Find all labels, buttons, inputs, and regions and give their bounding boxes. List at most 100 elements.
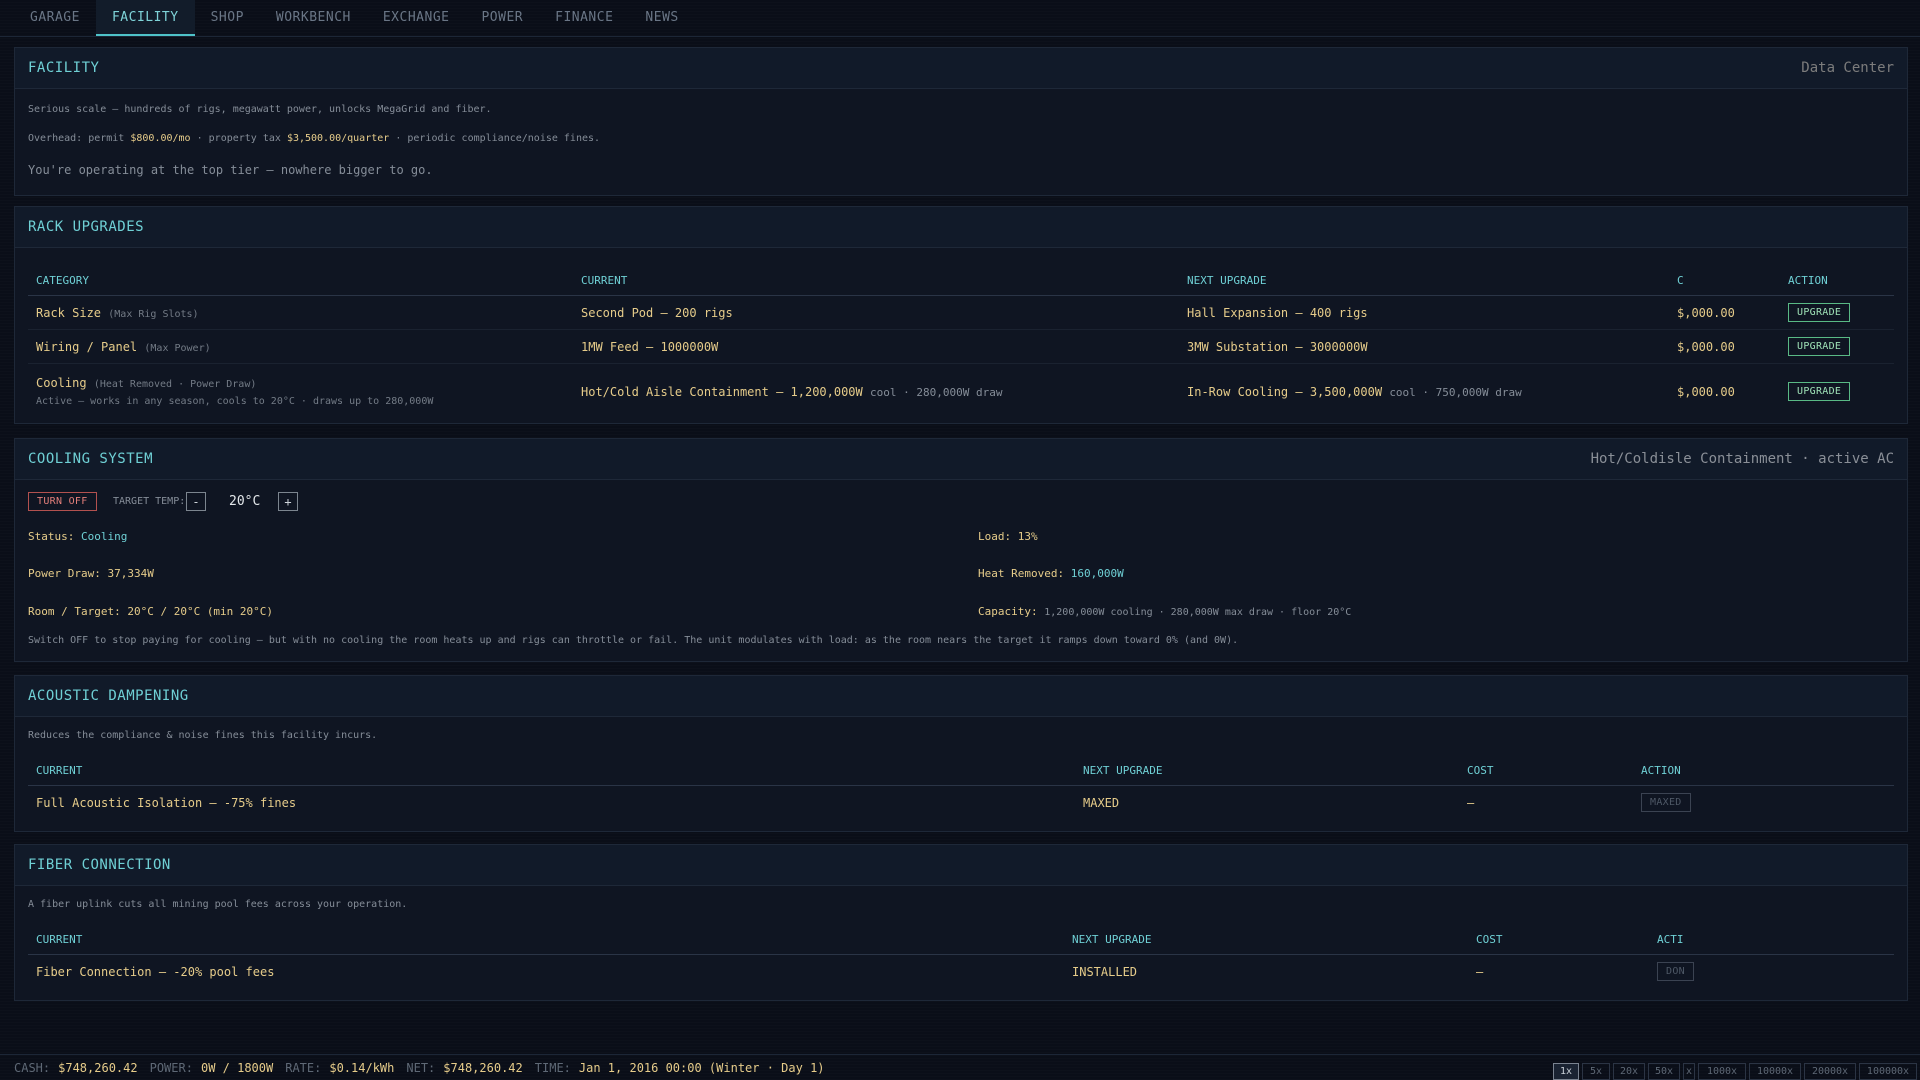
speed-1x-button[interactable]: 1x: [1553, 1063, 1579, 1080]
cost-value: —: [1476, 964, 1484, 979]
acoustic-description: Reduces the compliance & noise fines thi…: [28, 730, 378, 741]
top-tab-bar: GARAGE FACILITY SHOP WORKBENCH EXCHANGE …: [0, 0, 1920, 37]
acoustic-maxed-button[interactable]: MAXED: [1641, 793, 1691, 813]
facility-tier: Data Center: [1801, 60, 1894, 76]
facility-description: Serious scale — hundreds of rigs, megawa…: [28, 104, 492, 115]
speed-100000x-button[interactable]: 100000x: [1859, 1063, 1917, 1080]
target-temp-label: TARGET TEMP:: [113, 496, 186, 507]
cost-value: $,000.00: [1677, 384, 1735, 399]
col-next-upgrade: NEXT UPGRADE: [1075, 755, 1459, 786]
tab-exchange[interactable]: EXCHANGE: [367, 0, 466, 36]
next-upgrade-value: INSTALLED: [1072, 964, 1138, 979]
speed-x-button[interactable]: x: [1683, 1063, 1695, 1080]
category-sub: (Max Power): [144, 342, 211, 354]
overhead-prefix: Overhead: permit: [28, 133, 125, 144]
col-cost: C: [1669, 265, 1780, 296]
power-draw-label: Power Draw:: [28, 567, 101, 580]
col-next-upgrade: NEXT UPGRADE: [1179, 265, 1669, 296]
cost-value: $,000.00: [1669, 295, 1780, 330]
upgrade-rack-size-button[interactable]: UPGRADE: [1788, 303, 1851, 322]
cooling-note: Active — works in any season, cools to 2…: [36, 396, 434, 408]
temp-decrease-button[interactable]: -: [186, 492, 206, 511]
speed-1000x-button[interactable]: 1000x: [1698, 1063, 1746, 1080]
cash-value: $748,260.42: [58, 1060, 138, 1075]
col-cost: COST: [1468, 924, 1649, 955]
turn-off-button[interactable]: TURN OFF: [28, 492, 97, 511]
temp-increase-button[interactable]: +: [278, 492, 298, 511]
next-upgrade-value: 3MW Substation — 3000000W: [1179, 329, 1669, 364]
net-label: NET:: [406, 1060, 436, 1075]
cooling-system-header: COOLING SYSTEM Hot/Coldisle Containment …: [15, 439, 1907, 480]
speed-20000x-button[interactable]: 20000x: [1804, 1063, 1856, 1080]
col-action: ACTI: [1649, 924, 1894, 955]
room-target-stat: Room / Target: 20°C / 20°C (min 20°C): [28, 605, 273, 618]
heat-removed-stat: Heat Removed: 160,000W: [978, 567, 1124, 580]
power-label: POWER:: [149, 1060, 193, 1075]
current-value: Hot/Cold Aisle Containment — 1,200,000W: [581, 384, 863, 399]
rate-value: $0.14/kWh: [329, 1060, 395, 1075]
time-label: TIME:: [534, 1060, 571, 1075]
tab-shop[interactable]: SHOP: [195, 0, 260, 36]
current-value: Second Pod — 200 rigs: [573, 295, 1179, 330]
table-row: Full Acoustic Isolation — -75% fines MAX…: [28, 786, 1894, 820]
current-value: Full Acoustic Isolation — -75% fines: [36, 795, 297, 810]
load-label: Load:: [978, 530, 1012, 543]
tab-news[interactable]: NEWS: [629, 0, 694, 36]
tab-garage[interactable]: GARAGE: [14, 0, 96, 36]
overhead-suffix: · periodic compliance/noise fines.: [395, 133, 601, 144]
overhead-permit: $800.00/mo: [130, 133, 191, 144]
capacity-value: 1,200,000W cooling · 280,000W max draw ·…: [1044, 607, 1352, 618]
table-row: Fiber Connection — -20% pool fees INSTAL…: [28, 955, 1894, 989]
room-target-value: 20°C / 20°C (min 20°C): [127, 605, 274, 618]
cost-value: —: [1467, 795, 1475, 810]
tab-power[interactable]: POWER: [465, 0, 539, 36]
category-name: Wiring / Panel: [36, 339, 138, 354]
fiber-description: A fiber uplink cuts all mining pool fees…: [28, 899, 408, 910]
power-draw-value: 37,334W: [107, 567, 154, 580]
speed-10000x-button[interactable]: 10000x: [1749, 1063, 1801, 1080]
acoustic-title: ACOUSTIC DAMPENING: [28, 688, 189, 704]
rack-upgrades-title: RACK UPGRADES: [28, 219, 145, 235]
facility-overhead: Overhead: permit $800.00/mo · property t…: [28, 133, 600, 144]
speed-5x-button[interactable]: 5x: [1582, 1063, 1610, 1080]
rate-label: RATE:: [285, 1060, 322, 1075]
category-name: Rack Size: [36, 305, 102, 320]
load-value: 13%: [1017, 530, 1038, 543]
facility-header: FACILITY Data Center: [15, 48, 1907, 89]
speed-20x-button[interactable]: 20x: [1613, 1063, 1645, 1080]
category-name: Cooling: [36, 376, 87, 391]
status-stat: Status: Cooling: [28, 530, 127, 543]
col-current: CURRENT: [28, 755, 1075, 786]
tab-finance[interactable]: FINANCE: [539, 0, 629, 36]
tab-facility[interactable]: FACILITY: [95, 0, 195, 36]
cash-label: CASH:: [14, 1060, 51, 1075]
load-stat: Load: 13%: [978, 530, 1038, 543]
table-header-row: CURRENT NEXT UPGRADE COST ACTI: [28, 924, 1894, 955]
col-action: ACTION: [1780, 265, 1894, 296]
overhead-tax-label: · property tax: [196, 133, 281, 144]
col-next-upgrade: NEXT UPGRADE: [1064, 924, 1468, 955]
capacity-stat: Capacity: 1,200,000W cooling · 280,000W …: [978, 605, 1351, 618]
target-temp-value: 20°C: [229, 494, 261, 509]
table-row: Rack Size (Max Rig Slots) Second Pod — 2…: [28, 295, 1894, 330]
next-extra: cool · 750,000W draw: [1389, 385, 1522, 399]
top-tier-message: You're operating at the top tier — nowhe…: [28, 163, 433, 177]
category-sub: (Max Rig Slots): [108, 308, 199, 320]
current-value: 1MW Feed — 1000000W: [573, 329, 1179, 364]
speed-50x-button[interactable]: 50x: [1648, 1063, 1680, 1080]
fiber-title: FIBER CONNECTION: [28, 857, 171, 873]
cost-value: $,000.00: [1669, 329, 1780, 364]
net-value: $748,260.42: [443, 1060, 523, 1075]
next-upgrade-value: In-Row Cooling — 3,500,000W: [1187, 384, 1383, 399]
fiber-done-button[interactable]: DON: [1657, 962, 1694, 982]
cooling-system-panel: COOLING SYSTEM Hot/Coldisle Containment …: [14, 438, 1908, 662]
upgrade-cooling-button[interactable]: UPGRADE: [1788, 382, 1851, 402]
upgrade-wiring-button[interactable]: UPGRADE: [1788, 337, 1851, 356]
table-header-row: CURRENT NEXT UPGRADE COST ACTION: [28, 755, 1894, 786]
tab-workbench[interactable]: WORKBENCH: [260, 0, 367, 36]
col-current: CURRENT: [28, 924, 1064, 955]
rack-upgrades-table: CATEGORY CURRENT NEXT UPGRADE C ACTION R…: [28, 265, 1894, 420]
status-value: Cooling: [80, 530, 128, 543]
cooling-note: Switch OFF to stop paying for cooling — …: [28, 635, 1239, 646]
table-row: Wiring / Panel (Max Power) 1MW Feed — 10…: [28, 329, 1894, 364]
